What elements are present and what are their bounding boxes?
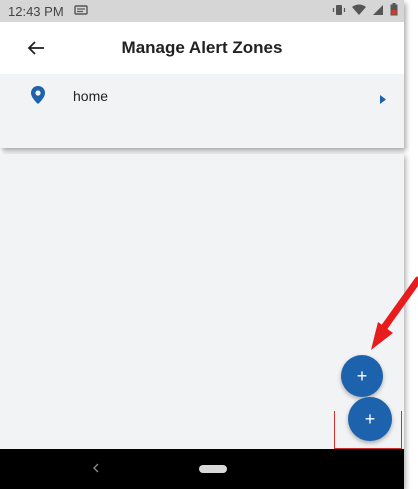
status-time: 12:43 PM (8, 3, 64, 19)
status-bar: 12:43 PM (0, 0, 404, 22)
page-title: Manage Alert Zones (121, 38, 283, 57)
vibrate-icon (332, 4, 346, 19)
zone-list: home (0, 74, 404, 148)
navigation-bar (0, 449, 404, 489)
bottom-screen: + + (0, 154, 404, 489)
nav-back-icon[interactable] (92, 461, 100, 479)
zone-item-home[interactable]: home (0, 74, 404, 118)
wifi-icon (352, 4, 366, 19)
chevron-right-icon (380, 91, 386, 109)
zone-item-label: home (73, 88, 109, 104)
notification-icon (73, 4, 88, 19)
location-pin-icon (31, 86, 45, 109)
app-bar: Manage Alert Zones (0, 22, 404, 74)
signal-icon (372, 4, 384, 19)
annotation-highlight-box (334, 411, 402, 449)
add-zone-button[interactable]: + (341, 355, 383, 397)
battery-icon (390, 3, 398, 19)
top-screen: 12:43 PM Manage Alert Zones home (0, 0, 404, 148)
plus-icon: + (356, 365, 368, 386)
nav-home-pill[interactable] (199, 465, 227, 473)
